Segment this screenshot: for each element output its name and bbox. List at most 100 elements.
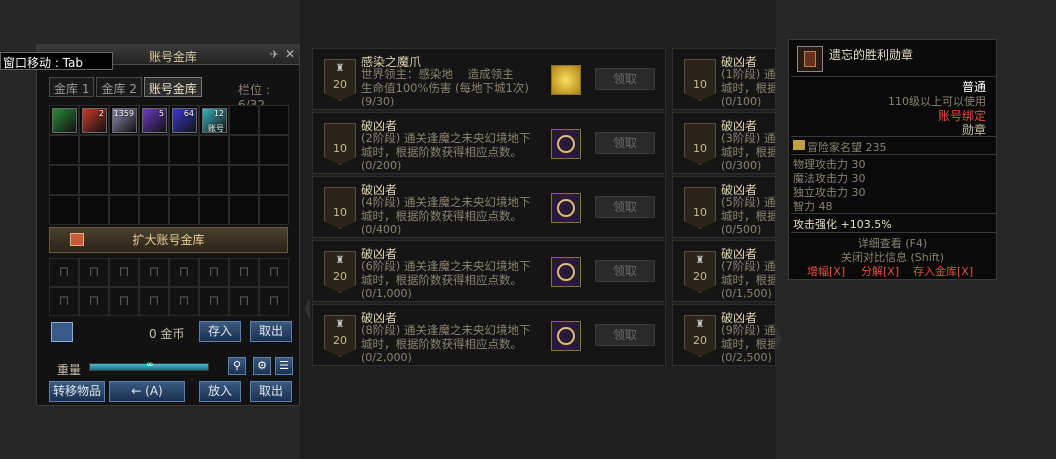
close-icon[interactable]: ✕ [285,47,295,61]
trophy-icon: ♜ [335,63,345,74]
put-in-button[interactable]: 放入 [199,381,241,402]
claim-button[interactable]: 领取 [595,68,655,90]
green-blade-icon[interactable] [52,108,77,133]
item-slot[interactable] [79,165,109,195]
achievement-badge: ♜ 20 [324,251,356,293]
item-slot[interactable] [139,195,169,225]
item-slot[interactable] [139,135,169,165]
trophy-icon: ♜ [695,319,705,330]
item-slot[interactable]: 5 [139,105,169,135]
item-slot[interactable] [49,135,79,165]
store-action[interactable]: 存入金库[X] [913,263,973,279]
trophy-icon: ♜ [335,255,345,266]
tab-warehouse-1[interactable]: 金库 1 [49,77,95,97]
gold-reward-icon[interactable] [551,65,581,95]
lock-icon: ⊓ [229,258,259,287]
achievement-desc: 世界领主：感染地 造成领主 生命值100%伤害 (每地下城1次) [361,67,529,95]
take-out-button[interactable]: 取出 [250,381,292,402]
amplify-action[interactable]: 增幅[X] [807,263,845,279]
gear-icon[interactable]: ⚙ [253,357,271,375]
emblem-reward-icon[interactable] [551,129,581,159]
item-slot[interactable] [259,135,289,165]
item-slot[interactable] [229,135,259,165]
achievement-progress: (0/100) [721,95,762,108]
move-window-tooltip: 窗口移动 : Tab [0,52,113,70]
item-slot[interactable] [169,135,199,165]
item-slot[interactable] [199,195,229,225]
item-slot[interactable] [169,195,199,225]
achievement-badge: 10 [684,187,716,229]
badge-points: 10 [693,206,707,219]
achievement-progress: (0/200) [361,159,402,172]
emblem-reward-icon[interactable] [551,257,581,287]
silver-orb-icon[interactable]: 1359 [112,108,137,133]
cyan-crystal-icon[interactable]: 12 账号 [202,108,227,133]
achievement-badge: ♜ 20 [324,59,356,101]
tab-warehouse-2[interactable]: 金库 2 [96,77,142,97]
item-slot[interactable] [49,165,79,195]
item-slot[interactable] [259,105,289,135]
item-slot[interactable]: 64 [169,105,199,135]
disassemble-action[interactable]: 分解[X] [861,263,899,279]
item-slot[interactable] [259,195,289,225]
achievement-row: ♜ 20 感染之魔爪 世界领主：感染地 造成领主 生命值100%伤害 (每地下城1次)… [312,48,666,110]
deposit-button[interactable]: 存入 [199,321,241,342]
expand-warehouse-button[interactable]: 扩大账号金库 [49,227,288,253]
lock-icon: ⊓ [79,258,109,287]
withdraw-button[interactable]: 取出 [250,321,292,342]
item-slot[interactable] [79,195,109,225]
item-slot[interactable] [169,165,199,195]
emblem-reward-icon[interactable] [551,193,581,223]
claim-button[interactable]: 领取 [595,324,655,346]
item-slot[interactable] [49,105,79,135]
badge-points: 20 [693,270,707,283]
gold-bag-icon[interactable] [51,322,73,342]
transfer-items-button[interactable]: 转移物品 [49,381,105,402]
item-slot[interactable] [199,135,229,165]
badge-points: 10 [693,142,707,155]
lock-icon: ⊓ [169,258,199,287]
item-slot[interactable] [109,135,139,165]
lock-icon: ⊓ [259,287,289,316]
search-icon[interactable]: ⚲ [228,357,246,375]
claim-button[interactable]: 领取 [595,260,655,282]
item-slot[interactable] [259,165,289,195]
item-slot[interactable] [109,165,139,195]
claim-button[interactable]: 领取 [595,196,655,218]
item-slot[interactable] [49,195,79,225]
item-slot[interactable] [139,165,169,195]
blue-orb-icon[interactable]: 64 [172,108,197,133]
purple-gem-icon[interactable]: 5 [142,108,167,133]
pin-icon[interactable]: ✈ [270,48,279,61]
item-slot[interactable] [229,105,259,135]
achievement-row: 10 破凶者 (3阶段) 通 城时，根据 (0/300) [672,112,776,174]
account-warehouse-panel: 账号金库 ✈ ✕ 金库 1 金库 2 账号金库 栏位 : 6/32 213595… [36,44,300,406]
lock-icon: ⊓ [109,258,139,287]
transfer-shortcut-button[interactable]: ← (A) [109,381,185,402]
list-icon[interactable]: ☰ [275,357,293,375]
weight-value: ∞ [146,360,154,370]
achievement-progress: (0/2,000) [361,351,412,364]
item-slot[interactable] [199,165,229,195]
achievement-badge: 10 [684,59,716,101]
achievement-badge: ♜ 20 [684,315,716,357]
emblem-reward-icon[interactable] [551,321,581,351]
item-slot[interactable] [229,165,259,195]
item-slot[interactable]: 12 账号 [199,105,229,135]
item-slot[interactable]: 1359 [109,105,139,135]
achievement-progress: (9/30) [361,95,395,108]
fame-value: 冒险家名望 235 [807,141,887,154]
item-slot[interactable] [229,195,259,225]
warehouse-title: 账号金库 [149,50,198,64]
achievement-desc: (2阶段) 通关逢魔之未央幻境地下 城时，根据阶数获得相应点数。 [361,131,531,159]
item-tag: 账号 [208,124,224,133]
claim-button[interactable]: 领取 [595,132,655,154]
item-slot[interactable] [79,135,109,165]
shortcut-label: ← (A) [131,384,163,398]
achievement-desc: (4阶段) 通关逢魔之未央幻境地下 城时，根据阶数获得相应点数。 [361,195,531,223]
item-slot[interactable] [109,195,139,225]
tab-account-warehouse[interactable]: 账号金库 [143,77,202,97]
red-scroll-icon[interactable]: 2 [82,108,107,133]
item-slot[interactable]: 2 [79,105,109,135]
achievement-row: 10 破凶者 (1阶段) 通 城时，根据 (0/100) [672,48,776,110]
